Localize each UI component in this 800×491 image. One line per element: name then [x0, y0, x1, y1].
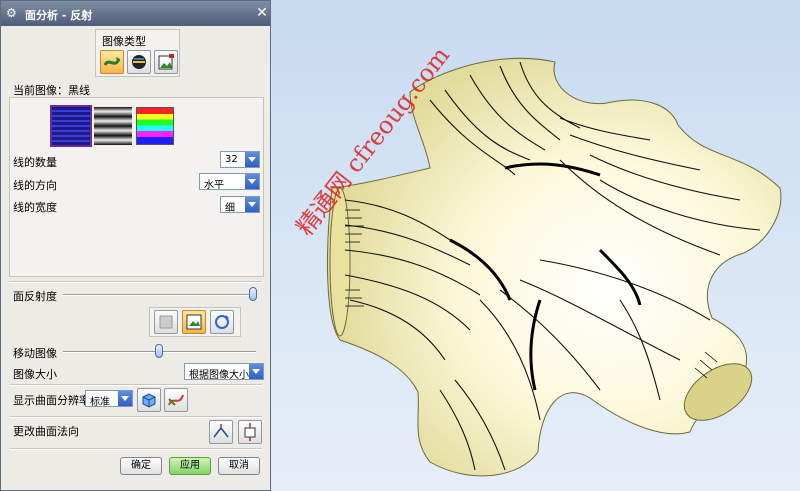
reflection-analysis-dialog: ⚙ 面分析 - 反射 ✕ 图像类型 当前图像：黑线 线的数量 32 线的方向 水…: [0, 0, 271, 491]
line-width-label: 线的宽度: [13, 201, 57, 214]
black-lines-swatch[interactable]: [50, 105, 92, 147]
image-type-scene-button[interactable]: [127, 50, 151, 74]
current-image-label: 当前图像：黑线: [13, 84, 90, 97]
reflectivity-slider-track[interactable]: [63, 294, 256, 296]
apply-button[interactable]: 应用: [169, 457, 211, 475]
line-count-select[interactable]: 32: [220, 151, 260, 168]
cancel-button[interactable]: 取消: [218, 457, 260, 475]
image-move-disabled-button[interactable]: [154, 310, 178, 334]
reverse-normal-button[interactable]: [209, 420, 233, 444]
cube-icon: [142, 393, 156, 408]
image-type-line-button[interactable]: [100, 50, 124, 74]
divider: [9, 416, 262, 418]
close-icon[interactable]: ✕: [255, 6, 269, 20]
image-type-label: 图像类型: [102, 35, 146, 48]
divider: [9, 281, 262, 283]
dialog-titlebar[interactable]: ⚙ 面分析 - 反射 ✕: [1, 1, 270, 26]
divider: [9, 384, 262, 386]
face-normal-icon: [244, 423, 256, 441]
scene-image-icon: [132, 55, 146, 69]
normal-arrows-icon: [213, 424, 229, 438]
dialog-title: 面分析 - 反射: [25, 9, 93, 22]
color-lines-swatch[interactable]: [136, 107, 174, 145]
chevron-down-icon[interactable]: [245, 197, 259, 212]
move-image-icon: [159, 315, 173, 329]
image-type-user-button[interactable]: [154, 50, 178, 74]
line-width-value: 细: [225, 203, 235, 214]
line-direction-label: 线的方向: [13, 179, 57, 192]
gradient-lines-swatch[interactable]: [94, 107, 132, 145]
line-width-select[interactable]: 细: [220, 196, 260, 214]
resolution-label: 显示曲面分辨率: [13, 394, 90, 407]
line-count-label: 线的数量: [13, 156, 57, 169]
reflectivity-slider-thumb[interactable]: [249, 287, 257, 301]
resolution-value: 标准: [90, 397, 110, 408]
image-move-button[interactable]: [182, 310, 206, 334]
user-image-icon: [158, 54, 174, 70]
chevron-down-icon[interactable]: [249, 364, 263, 379]
divider: [9, 448, 262, 450]
move-image-label: 移动图像: [13, 347, 57, 360]
shaded-cube-button[interactable]: [137, 388, 161, 412]
rotate-icon: [215, 315, 229, 329]
line-direction-select[interactable]: 水平: [199, 173, 260, 191]
face-normal-button[interactable]: [238, 420, 262, 444]
chevron-down-icon[interactable]: [245, 174, 259, 189]
image-rotate-button[interactable]: [210, 310, 234, 334]
chevron-down-icon[interactable]: [118, 391, 132, 406]
image-move-tools: [149, 307, 241, 337]
reflectivity-label: 面反射度: [13, 290, 57, 303]
line-direction-value: 水平: [204, 180, 224, 191]
ok-button[interactable]: 确定: [120, 457, 162, 475]
gear-icon[interactable]: ⚙: [6, 7, 18, 19]
curves-button[interactable]: [164, 388, 188, 412]
image-frame-icon: [186, 314, 202, 330]
move-image-slider-thumb[interactable]: [155, 344, 163, 358]
image-size-value: 根据图像大小: [189, 370, 249, 381]
image-size-label: 图像大小: [13, 368, 57, 381]
chevron-down-icon[interactable]: [245, 152, 259, 167]
curves-icon: [168, 394, 184, 406]
image-size-select[interactable]: 根据图像大小: [184, 363, 264, 381]
line-image-icon: [103, 57, 121, 66]
line-count-value: 32: [225, 154, 238, 165]
image-type-group: 图像类型: [95, 29, 180, 77]
resolution-select[interactable]: 标准: [85, 390, 133, 408]
surface-normal-label: 更改曲面法向: [13, 425, 79, 438]
